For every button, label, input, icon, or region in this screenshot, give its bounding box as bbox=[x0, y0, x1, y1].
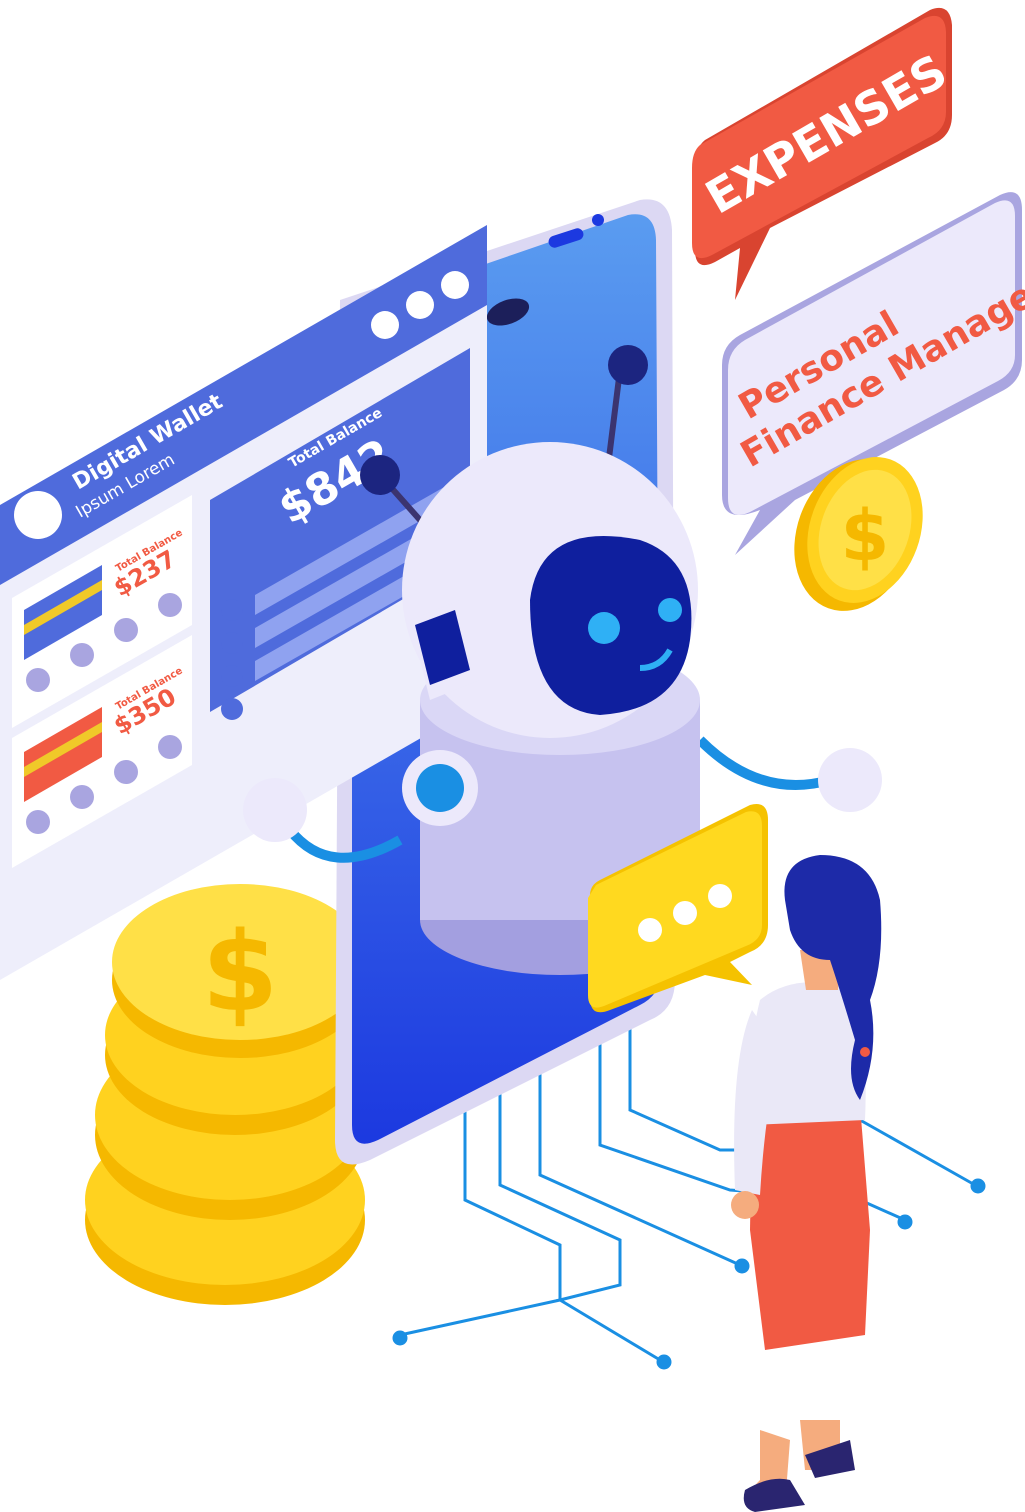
card-dot-icon bbox=[114, 760, 138, 784]
card-dot-icon bbox=[26, 668, 50, 692]
card-dot-icon bbox=[70, 785, 94, 809]
card-dot-icon bbox=[26, 810, 50, 834]
window-dot-icon bbox=[371, 311, 399, 339]
circuit-node-icon bbox=[970, 1178, 986, 1194]
hair-tie-icon bbox=[860, 1047, 870, 1057]
list-bullet-icon bbox=[221, 698, 243, 720]
card-dot-icon bbox=[158, 593, 182, 617]
robot-eye-icon bbox=[658, 598, 682, 622]
dollar-sign-icon: $ bbox=[841, 495, 890, 577]
shoe-icon bbox=[743, 1478, 805, 1512]
typing-dot-icon bbox=[673, 901, 697, 925]
circuit-node-icon bbox=[734, 1258, 750, 1274]
circuit-node-icon bbox=[656, 1354, 672, 1370]
robot-hand-icon bbox=[818, 748, 882, 812]
typing-dot-icon bbox=[708, 884, 732, 908]
robot-hand-icon bbox=[243, 778, 307, 842]
dollar-sign-icon: $ bbox=[202, 908, 279, 1036]
phone-camera-icon bbox=[592, 214, 604, 226]
robot-eye-icon bbox=[588, 612, 620, 644]
circuit-node-icon bbox=[897, 1214, 913, 1230]
finance-bot-illustration: $ Digital Wallet Ipsum Lorem Total Balan… bbox=[0, 7, 1025, 1512]
robot-antenna-icon bbox=[360, 455, 400, 495]
window-dot-icon bbox=[406, 291, 434, 319]
list-bullet-icon bbox=[221, 632, 243, 654]
card-dot-icon bbox=[70, 643, 94, 667]
card-dot-icon bbox=[114, 618, 138, 642]
list-bullet-icon bbox=[221, 599, 243, 621]
window-dot-icon bbox=[441, 271, 469, 299]
typing-dot-icon bbox=[638, 918, 662, 942]
avatar bbox=[14, 491, 62, 539]
list-bullet-icon bbox=[221, 665, 243, 687]
coin-stack: $ bbox=[85, 884, 368, 1305]
robot-antenna-icon bbox=[608, 345, 648, 385]
hand bbox=[731, 1191, 759, 1219]
robot-shoulder-icon bbox=[416, 764, 464, 812]
circuit-node-icon bbox=[392, 1330, 408, 1346]
card-dot-icon bbox=[158, 735, 182, 759]
woman-figure bbox=[731, 855, 882, 1512]
